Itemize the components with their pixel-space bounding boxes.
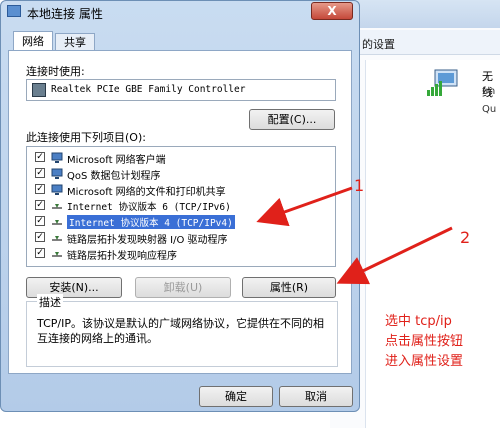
- annotation-number-1: 1: [354, 176, 365, 195]
- arrow-1: [256, 186, 353, 227]
- annotation-number-2: 2: [460, 228, 471, 247]
- instruction-line: 选中 tcp/ip: [385, 314, 452, 329]
- instruction-line: 进入属性设置: [385, 354, 464, 369]
- annotation-instructions: 选中 tcp/ip 点击属性按钮 进入属性设置: [385, 312, 463, 372]
- arrow-2: [336, 226, 453, 285]
- instruction-line: 点击属性按钮: [385, 334, 464, 349]
